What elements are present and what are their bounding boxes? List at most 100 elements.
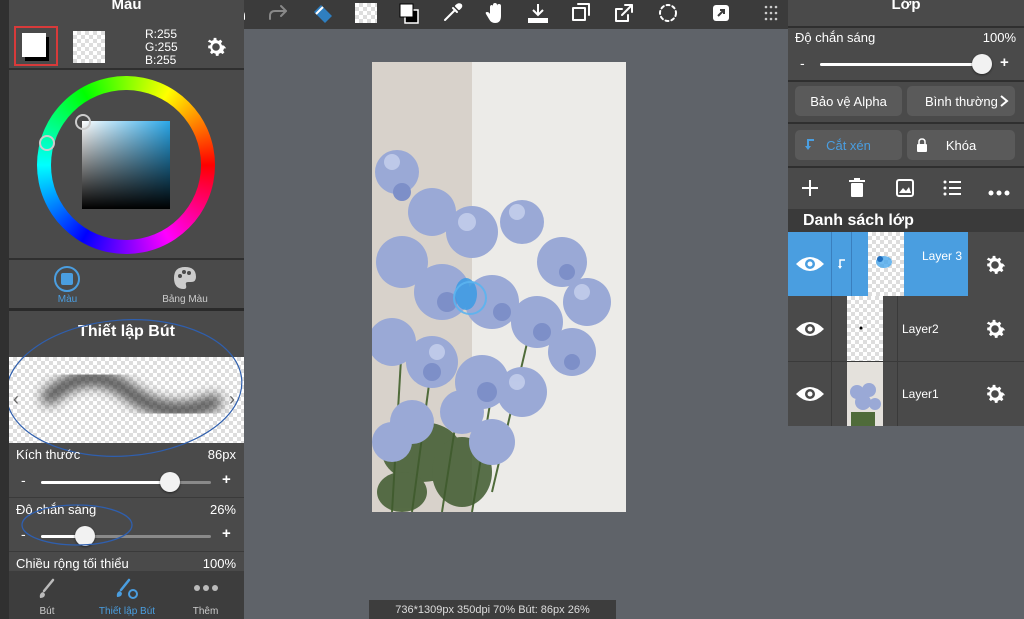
layer-list-title: Danh sách lớp [803,212,914,229]
divider [788,26,1024,28]
share-icon[interactable] [706,0,736,26]
divider [9,308,244,311]
more-icon[interactable] [988,184,1010,202]
top-toolbar [213,0,793,29]
layer-thumbnail [847,362,883,426]
divider [851,232,852,296]
divider [9,68,244,70]
tab-brush-settings-label: Thiết lập Bút [98,606,156,617]
palette-icon [174,267,196,289]
color-wheel[interactable] [37,76,215,254]
layer-opacity-slider-knob[interactable] [972,54,992,74]
min-width-value: 100% [202,556,236,571]
color-tab-icon [54,266,80,292]
layer-thumbnail [847,296,883,361]
tab-palette[interactable]: Bảng Màu [126,262,244,306]
clip-label: Cắt xén [826,137,871,153]
tab-color[interactable]: Màu [9,262,126,306]
layer-opacity-decrease-button[interactable]: - [800,55,805,71]
image-icon[interactable] [895,178,915,203]
more-icon [194,585,218,591]
layer-name: Layer 3 [922,249,963,263]
tab-brush-label: Bút [39,606,55,617]
lock-button[interactable]: Khóa [907,130,1015,160]
divider [897,296,898,361]
save-icon[interactable] [523,0,553,26]
artwork-canvas[interactable] [372,62,626,512]
lock-icon [917,138,927,152]
layer-name: Layer2 [902,322,939,336]
hand-drawn-annotation [9,319,243,457]
clip-button[interactable]: Cắt xén [795,130,902,160]
left-edge-strip [0,0,9,619]
swap-colors-icon[interactable] [394,0,424,26]
divider [831,232,832,296]
layer-list-header: Danh sách lớp [788,209,1024,232]
blend-mode-button[interactable]: Bình thường [907,86,1015,116]
rgb-readout: R:255 G:255 B:255 [145,28,178,67]
gear-icon[interactable] [982,316,1008,347]
divider [831,296,832,361]
fill-icon[interactable] [351,0,381,26]
transform-icon[interactable] [308,0,338,26]
size-slider-track[interactable] [41,481,211,484]
divider [897,362,898,426]
rgb-b: B:255 [145,53,177,67]
gear-icon[interactable] [982,252,1008,283]
divider [9,497,244,498]
eye-icon[interactable] [794,317,826,346]
hand-icon[interactable] [480,0,510,26]
eye-icon[interactable] [794,382,826,411]
gear-icon[interactable] [982,381,1008,412]
gear-icon[interactable] [203,34,229,65]
layer-name: Layer1 [902,387,939,401]
clip-icon [805,139,814,150]
clip-icon [837,258,847,276]
hue-handle[interactable] [39,135,55,151]
layer-row[interactable]: Layer2 [788,296,1024,362]
layer-opacity-value: 100% [982,30,1016,45]
eye-icon[interactable] [794,252,826,281]
divider [788,166,1024,168]
saturation-value-square[interactable] [82,121,170,209]
blend-mode-label: Bình thường [925,93,998,109]
lasso-icon[interactable] [653,0,683,26]
layer-opacity-increase-button[interactable]: + [1000,54,1009,71]
layer-opacity-slider-track[interactable] [820,63,990,66]
tab-more[interactable]: Thêm [167,575,244,619]
layer-row[interactable]: Layer 3 [788,232,1024,296]
redo-icon[interactable] [263,0,293,26]
tab-palette-label: Bảng Màu [162,294,208,305]
secondary-color-swatch[interactable] [73,31,105,63]
tab-brush[interactable]: Bút [9,575,85,619]
alpha-protect-button[interactable]: Bảo vệ Alpha [795,86,902,116]
trash-icon[interactable] [848,178,866,203]
size-slider-knob[interactable] [160,472,180,492]
add-layer-icon[interactable] [800,178,820,203]
divider [9,258,244,260]
brush-opacity-increase-button[interactable]: + [222,525,231,542]
lock-label: Khóa [945,137,977,153]
size-decrease-button[interactable]: - [21,472,26,488]
color-brush-panel: Màu R:255 G:255 B:255 Màu Bảng Màu Thiết… [9,0,244,619]
sv-handle[interactable] [75,114,91,130]
brush-opacity-value: 26% [209,502,236,517]
layer-thumbnail [868,232,904,296]
export-icon[interactable] [609,0,639,26]
layer-opacity-label: Độ chắn sáng [795,30,876,45]
primary-color-swatch[interactable] [14,26,58,66]
size-slider-fill [41,481,170,484]
eyedropper-icon[interactable] [437,0,467,26]
menu-grid-icon[interactable] [756,0,786,26]
size-increase-button[interactable]: + [222,471,231,488]
layer-row[interactable]: Layer1 [788,362,1024,426]
tab-brush-settings[interactable]: Thiết lập Bút [87,575,167,619]
size-value: 86px [207,447,236,462]
layer-list-bg [788,426,1024,619]
resize-icon[interactable] [566,0,596,26]
chevron-right-icon [1000,95,1009,107]
list-icon[interactable] [943,180,961,201]
min-width-label: Chiều rộng tối thiểu [16,556,129,571]
status-bar: 736*1309px 350dpi 70% Bút: 86px 26% [369,600,616,619]
size-label: Kích thước [16,447,81,462]
